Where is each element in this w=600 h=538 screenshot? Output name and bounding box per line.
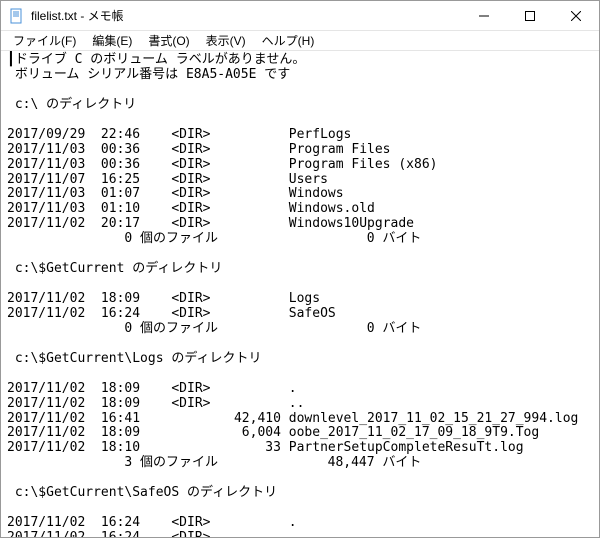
text-line: ┃ドライブ C のボリューム ラベルがありません。 <box>7 52 305 67</box>
text-line: c:\$GetCurrent\SafeOS のディレクトリ <box>7 485 277 500</box>
text-line: 3 個のファイル 48,447 バイト <box>7 455 421 470</box>
menu-file[interactable]: ファイル(F) <box>5 30 84 51</box>
text-line: 2017/11/02 16:24 <DIR> .. <box>7 530 304 537</box>
text-line: 2017/11/02 18:09 <DIR> .. <box>7 396 304 411</box>
text-line: 2017/11/02 20:17 <DIR> Windows10Upgrade <box>7 216 414 231</box>
text-line: 2017/11/03 00:36 <DIR> Program Files <box>7 142 391 157</box>
menu-help[interactable]: ヘルプ(H) <box>254 30 323 51</box>
notepad-icon <box>9 8 25 24</box>
text-line: 2017/11/03 01:10 <DIR> Windows.old <box>7 201 375 216</box>
text-line: 2017/11/03 01:07 <DIR> Windows <box>7 186 344 201</box>
text-line: 2017/11/03 00:36 <DIR> Program Files (x8… <box>7 157 437 172</box>
text-line: 2017/09/29 22:46 <DIR> PerfLogs <box>7 127 351 142</box>
text-line: c:\$GetCurrent\Logs のディレクトリ <box>7 351 261 366</box>
text-line: 0 個のファイル 0 バイト <box>7 321 421 336</box>
menu-edit[interactable]: 編集(E) <box>84 30 140 51</box>
text-line: c:\$GetCurrent のディレクトリ <box>7 261 222 276</box>
text-line: 2017/11/02 16:24 <DIR> . <box>7 515 297 530</box>
window-title: filelist.txt - メモ帳 <box>31 7 461 24</box>
minimize-button[interactable] <box>461 1 507 30</box>
text-area[interactable]: ┃ドライブ C のボリューム ラベルがありません。 ボリューム シリアル番号は … <box>1 51 599 537</box>
maximize-button[interactable] <box>507 1 553 30</box>
text-line: 2017/11/07 16:25 <DIR> Users <box>7 172 328 187</box>
text-line: ボリューム シリアル番号は E8A5-A05E です <box>7 67 290 82</box>
text-line: 2017/11/02 16:24 <DIR> SafeOS <box>7 306 336 321</box>
text-line: 2017/11/02 18:09 <DIR> Logs <box>7 291 320 306</box>
menu-format[interactable]: 書式(O) <box>140 30 197 51</box>
text-line: c:\ のディレクトリ <box>7 97 136 112</box>
text-line: 2017/11/02 18:09 6,004 oobe_2017_11_02_1… <box>7 425 539 440</box>
window-controls <box>461 1 599 30</box>
text-line: 2017/11/02 18:10 33 PartnerSetupComplete… <box>7 440 524 455</box>
text-line: 0 個のファイル 0 バイト <box>7 231 421 246</box>
close-button[interactable] <box>553 1 599 30</box>
text-line: 2017/11/02 16:41 42,410 downlevel_2017_1… <box>7 411 578 426</box>
titlebar[interactable]: filelist.txt - メモ帳 <box>1 1 599 31</box>
menu-view[interactable]: 表示(V) <box>198 30 254 51</box>
text-line: 2017/11/02 18:09 <DIR> . <box>7 381 297 396</box>
menubar: ファイル(F) 編集(E) 書式(O) 表示(V) ヘルプ(H) <box>1 31 599 51</box>
